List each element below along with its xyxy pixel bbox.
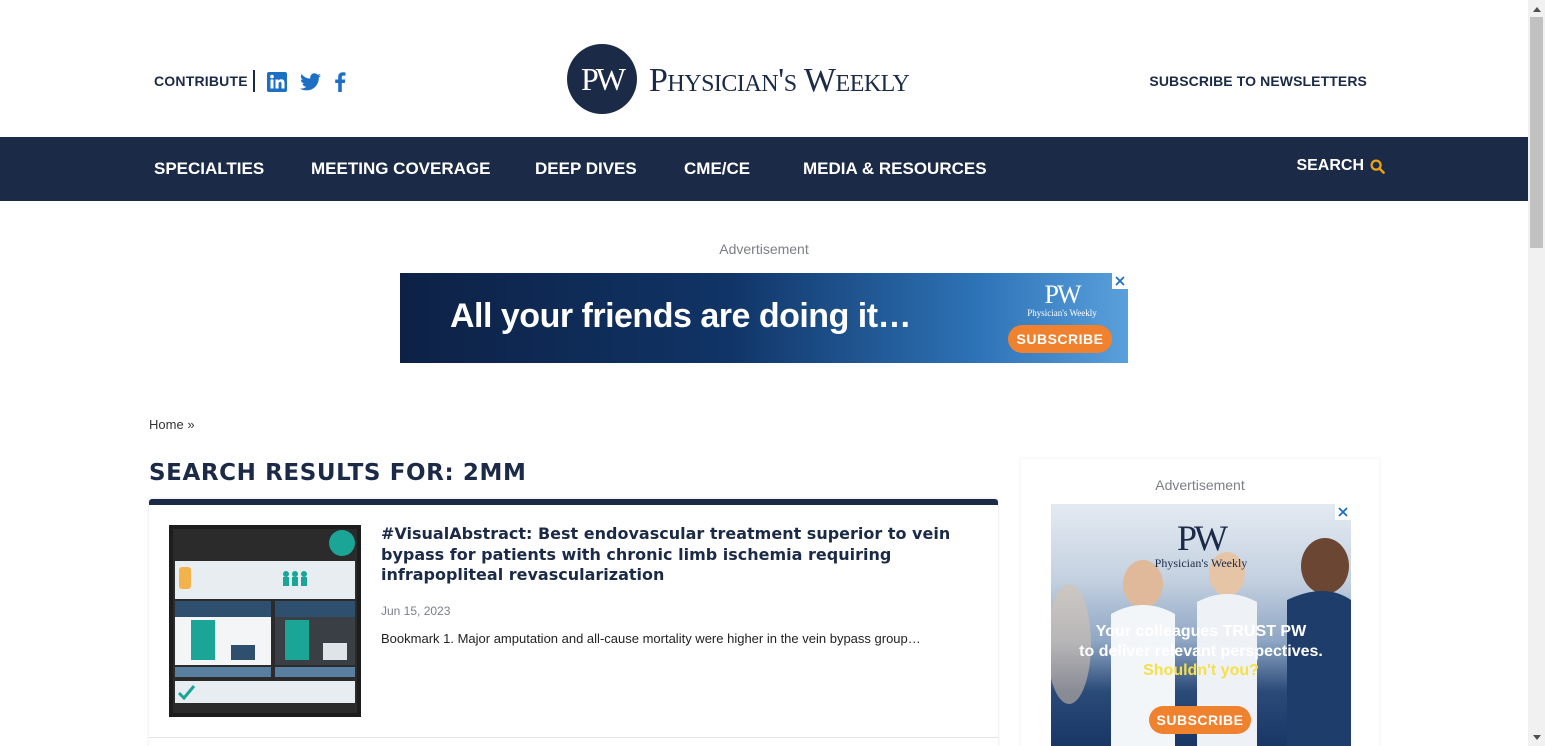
sidebar-ad-logo-mark: PW <box>1177 518 1228 558</box>
banner-ad-close-icon[interactable] <box>1112 273 1128 289</box>
result-excerpt: Bookmark 1. Major amputation and all-cau… <box>381 631 921 646</box>
search-icon <box>1370 158 1385 174</box>
scroll-down-arrow-icon[interactable] <box>1528 729 1545 746</box>
banner-ad-logo: PW Physician's Weekly <box>1010 280 1114 319</box>
page-scrollbar[interactable] <box>1528 0 1545 746</box>
facebook-icon[interactable] <box>333 72 347 92</box>
banner-ad-headline: All your friends are doing it… <box>450 297 912 335</box>
nav-item-specialties[interactable]: SPECIALTIES <box>154 159 264 179</box>
breadcrumb: Home » <box>149 417 195 432</box>
sidebar-ad-label: Advertisement <box>1155 477 1245 493</box>
sidebar-ad-text: Your colleagues TRUST PW to deliver rele… <box>1051 622 1351 681</box>
scroll-up-arrow-icon[interactable] <box>1528 0 1545 17</box>
result-item: #VisualAbstract: Best endovascular treat… <box>149 505 998 738</box>
banner-ad-label: Advertisement <box>719 241 809 257</box>
result-thumbnail[interactable] <box>169 525 361 717</box>
breadcrumb-home-link[interactable]: Home <box>149 417 184 432</box>
nav-item-deep-dives[interactable]: DEEP DIVES <box>535 159 637 179</box>
header-divider <box>253 70 255 92</box>
sidebar-ad-line2: to deliver relevant perspectives. <box>1079 642 1323 660</box>
logo-mark: PW <box>567 44 637 114</box>
search-label: SEARCH <box>1296 157 1364 174</box>
banner-ad[interactable]: All your friends are doing it… PW Physic… <box>400 273 1128 363</box>
subscribe-newsletters-link[interactable]: SUBSCRIBE TO NEWSLETTERS <box>1149 73 1367 89</box>
linkedin-icon[interactable] <box>267 72 287 92</box>
nav-item-meeting-coverage[interactable]: MEETING COVERAGE <box>311 159 490 179</box>
twitter-icon[interactable] <box>300 72 321 92</box>
banner-ad-logo-name: Physician's Weekly <box>1027 308 1097 318</box>
sidebar-ad-highlight: Shouldn't you? <box>1143 662 1259 679</box>
page-title: SEARCH RESULTS FOR: 2MM <box>149 460 527 486</box>
breadcrumb-separator: » <box>187 417 195 432</box>
scrollbar-thumb[interactable] <box>1530 17 1543 248</box>
main-nav: SPECIALTIES MEETING COVERAGE DEEP DIVES … <box>0 137 1528 201</box>
nav-item-media-resources[interactable]: MEDIA & RESOURCES <box>803 159 987 179</box>
logo-name: Physician's Weekly <box>649 62 910 99</box>
sidebar-ad-logo: PW Physician's Weekly <box>1051 520 1351 571</box>
result-date: Jun 15, 2023 <box>381 604 451 618</box>
nav-item-cme-ce[interactable]: CME/CE <box>684 159 750 179</box>
result-title-link[interactable]: #VisualAbstract: Best endovascular treat… <box>381 524 981 586</box>
banner-ad-logo-mark: PW <box>1044 280 1082 309</box>
sidebar-ad-close-icon[interactable] <box>1335 504 1351 520</box>
site-logo[interactable]: PW Physician's Weekly <box>567 44 967 114</box>
search-results: #VisualAbstract: Best endovascular treat… <box>149 499 998 746</box>
banner-ad-subscribe-button[interactable]: SUBSCRIBE <box>1008 325 1112 353</box>
top-header: CONTRIBUTE PW Physician's Weekly SUBSCRI… <box>0 0 1528 137</box>
contribute-link[interactable]: CONTRIBUTE <box>154 73 248 89</box>
sidebar-ad-logo-name: Physician's Weekly <box>1154 556 1248 570</box>
sidebar-ad[interactable]: PW Physician's Weekly Your colleagues TR… <box>1051 504 1351 746</box>
sidebar-ad-line1: Your colleagues TRUST PW <box>1095 623 1307 640</box>
search-button[interactable]: SEARCH <box>1296 157 1385 175</box>
sidebar-ad-subscribe-button[interactable]: SUBSCRIBE <box>1149 706 1251 734</box>
